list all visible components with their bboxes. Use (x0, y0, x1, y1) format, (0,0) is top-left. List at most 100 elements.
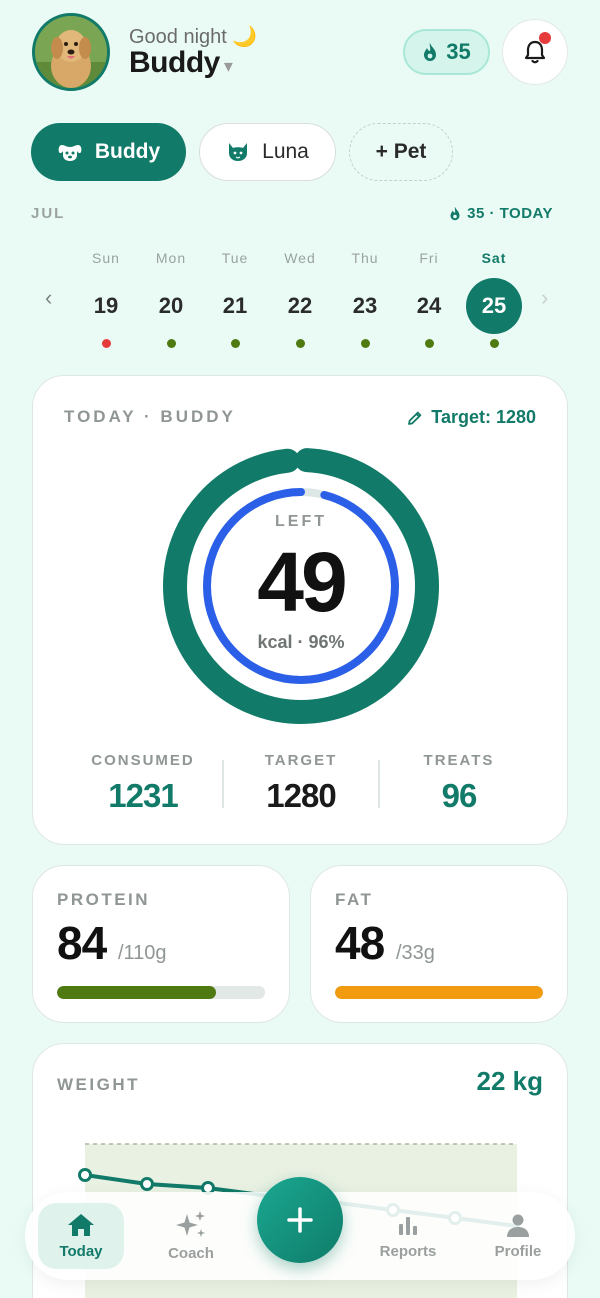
chevron-left-icon[interactable]: ‹ (45, 285, 52, 311)
macro-label: PROTEIN (57, 890, 151, 909)
pet-chip-label: Luna (262, 140, 309, 163)
flame-icon (450, 206, 460, 221)
pet-chip-buddy[interactable]: Buddy (31, 123, 186, 181)
protein-card[interactable]: PROTEIN 84 /110g (32, 865, 290, 1023)
current-pet-name: Buddy (129, 46, 220, 79)
weight-point (78, 1168, 92, 1182)
sparkle-icon (176, 1211, 205, 1237)
moon-icon: 🌙 (232, 26, 258, 48)
stat-label: CONSUMED (91, 752, 195, 769)
stat-consumed: CONSUMED 1231 (63, 752, 223, 815)
macro-progress-fill (335, 986, 543, 999)
day-name: Fri (419, 250, 439, 266)
target-link-label: Target: 1280 (431, 407, 536, 427)
calendar-day[interactable]: Sun 19 (76, 250, 136, 348)
calories-left-sub: kcal · 96% (257, 632, 345, 652)
nav-coach[interactable]: Coach (148, 1203, 234, 1269)
day-number: 24 (416, 293, 442, 318)
stat-label: TREATS (423, 752, 495, 769)
day-status-dot (295, 339, 305, 348)
day-status-dot (489, 339, 499, 348)
day-name: Wed (284, 250, 316, 266)
calendar-month: JUL (31, 205, 66, 222)
day-number: 19 (93, 293, 119, 318)
calendar-day[interactable]: Wed 22 (270, 250, 330, 348)
calendar-day-selected[interactable]: Sat 25 (464, 250, 524, 348)
nav-label: Profile (494, 1243, 542, 1260)
fat-card[interactable]: FAT 48 /33g (310, 865, 568, 1023)
nav-label: Coach (168, 1245, 214, 1262)
day-name: Tue (221, 250, 249, 266)
stat-treats: TREATS 96 (379, 752, 539, 815)
streak-count: 35 (446, 39, 471, 64)
macro-value: 48 /33g (335, 916, 435, 970)
day-number: 25 (466, 278, 522, 334)
day-status-dot (166, 339, 176, 348)
nav-label: Today (59, 1243, 103, 1260)
today-summary-card: TODAY · BUDDY Target: 1280 LEFT 49 kcal … (32, 375, 568, 845)
left-label: LEFT (275, 513, 327, 530)
person-icon (507, 1214, 529, 1237)
calendar-day[interactable]: Tue 21 (205, 250, 265, 348)
cat-icon (229, 143, 248, 161)
nav-label: Reports (379, 1243, 437, 1260)
pet-chip-luna[interactable]: Luna (199, 123, 336, 181)
weight-point (140, 1177, 154, 1191)
add-entry-button[interactable] (257, 1177, 343, 1263)
nav-profile[interactable]: Profile (475, 1203, 561, 1269)
bar-chart-icon (399, 1217, 417, 1235)
stat-value: 1231 (108, 777, 178, 814)
notifications-button[interactable] (502, 19, 568, 85)
today-streak: 35 · TODAY (449, 205, 553, 222)
macro-label: FAT (335, 890, 374, 909)
add-pet-button[interactable]: + Pet (349, 123, 453, 181)
macro-amount: 48 (335, 917, 385, 969)
greeting-text: Good night (129, 26, 227, 48)
pet-switcher[interactable]: Buddy ▾ (129, 46, 233, 80)
day-number: 20 (158, 293, 184, 318)
pencil-icon (408, 411, 422, 425)
day-number: 21 (222, 293, 248, 318)
pet-avatar[interactable] (32, 13, 110, 91)
macro-progress-fill (57, 986, 216, 999)
plus-icon (287, 1207, 313, 1233)
day-name: Thu (351, 250, 379, 266)
nav-today[interactable]: Today (38, 1203, 124, 1269)
stat-value: 1280 (266, 777, 336, 814)
calendar-day[interactable]: Fri 24 (399, 250, 459, 348)
macro-progress-bar (335, 986, 543, 999)
day-status-dot (424, 339, 434, 348)
edit-target-button[interactable]: Target: 1280 (407, 407, 536, 428)
today-card-title: TODAY · BUDDY (64, 407, 236, 426)
day-name: Sun (92, 250, 120, 266)
day-number: 22 (287, 293, 313, 318)
stat-target: TARGET 1280 (221, 752, 381, 815)
day-name: Mon (155, 250, 187, 266)
nav-reports[interactable]: Reports (365, 1203, 451, 1269)
chevron-down-icon: ▾ (223, 56, 233, 76)
flame-icon (424, 43, 437, 61)
day-name: Sat (481, 250, 507, 266)
macro-value: 84 /110g (57, 916, 167, 970)
dog-icon (58, 145, 82, 161)
chevron-right-icon[interactable]: › (541, 285, 548, 311)
calendar-day[interactable]: Mon 20 (141, 250, 201, 348)
macro-amount: 84 (57, 917, 107, 969)
macro-target: /110g (117, 942, 167, 964)
macro-progress-bar (57, 986, 265, 999)
stat-label: TARGET (264, 752, 338, 769)
pet-chip-label: Buddy (94, 140, 161, 163)
stat-value: 96 (441, 777, 478, 814)
day-status-dot (360, 339, 370, 348)
notification-dot (539, 32, 551, 44)
calendar-day[interactable]: Thu 23 (335, 250, 395, 348)
day-number: 23 (352, 293, 378, 318)
streak-today-label: 35 · TODAY (467, 205, 553, 222)
dog-photo-icon (35, 16, 107, 88)
macro-target: /33g (395, 942, 435, 964)
calories-left-value: 49 (257, 535, 347, 629)
streak-badge[interactable]: 35 (403, 29, 490, 75)
day-status-dot (230, 339, 240, 348)
add-pet-label: + Pet (375, 140, 427, 163)
home-icon (68, 1214, 94, 1236)
